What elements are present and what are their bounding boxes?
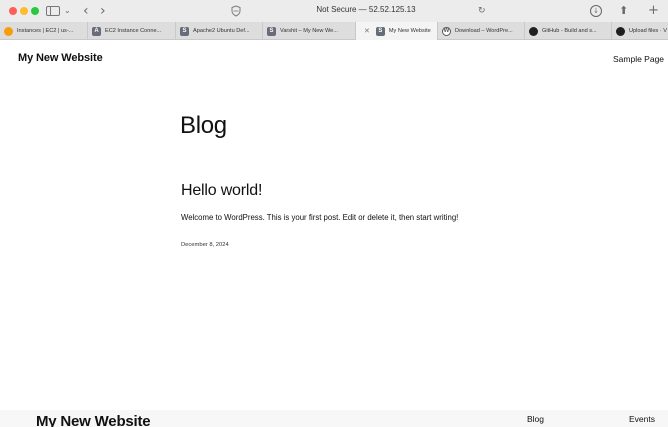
site-title[interactable]: My New Website [18, 52, 103, 64]
nav-sample-page[interactable]: Sample Page [613, 54, 664, 64]
post-date[interactable]: December 8, 2024 [181, 242, 229, 248]
tab-label: EC2 Instance Conne... [105, 28, 162, 34]
download-icon[interactable]: ↓ [590, 5, 602, 17]
footer-link-blog[interactable]: Blog [527, 414, 544, 424]
footer-site-title[interactable]: My New Website [36, 413, 151, 427]
zoom-window-button[interactable] [31, 7, 39, 15]
page-title: Blog [180, 112, 227, 139]
site-footer: My New Website Blog Events [0, 410, 668, 427]
server-icon: S [375, 26, 385, 36]
post-title[interactable]: Hello world! [181, 182, 262, 200]
tab-label: Upload files · V [629, 28, 667, 34]
tab-varshit[interactable]: S Varshit – My New We... [263, 22, 356, 40]
tab-download-wordpress[interactable]: W Download – WordPre... [438, 22, 525, 40]
footer-link-events[interactable]: Events [629, 414, 655, 424]
chevron-down-icon[interactable]: ⌄ [64, 4, 71, 18]
close-icon[interactable]: ✕ [364, 27, 370, 35]
tab-apache2[interactable]: S Apache2 Ubuntu Def... [176, 22, 263, 40]
server-icon: S [180, 26, 189, 36]
aws-icon [4, 26, 13, 36]
reload-icon[interactable]: ↻ [478, 4, 486, 18]
tab-label: My New Website [388, 28, 431, 34]
wordpress-icon: W [442, 26, 451, 36]
tab-bar: Instances | EC2 | us-... A EC2 Instance … [0, 22, 668, 40]
tab-github[interactable]: GitHub - Build and s... [525, 22, 612, 40]
post-excerpt: Welcome to WordPress. This is your first… [181, 213, 459, 222]
forward-arrow-icon[interactable]: › [100, 4, 106, 18]
shield-icon[interactable] [230, 5, 242, 17]
github-icon [529, 26, 538, 36]
tab-label: Varshit – My New We... [280, 28, 338, 34]
github-icon [616, 26, 625, 36]
browser-toolbar: ⌄ ‹ › Not Secure — 52.52.125.13 ↻ ↓ ⬆ + [0, 0, 668, 22]
tab-ec2-connect[interactable]: A EC2 Instance Conne... [88, 22, 176, 40]
server-icon: S [267, 26, 276, 36]
tab-instances[interactable]: Instances | EC2 | us-... [0, 22, 88, 40]
tab-label: Download – WordPre... [455, 28, 513, 34]
tab-my-new-website[interactable]: ✕ S My New Website [356, 22, 438, 40]
close-window-button[interactable] [9, 7, 17, 15]
tab-upload-files[interactable]: Upload files · V [612, 22, 668, 40]
aws-icon: A [92, 26, 101, 36]
sidebar-icon[interactable] [46, 6, 60, 16]
address-bar[interactable]: Not Secure — 52.52.125.13 [248, 3, 484, 19]
share-icon[interactable]: ⬆ [619, 4, 628, 18]
new-tab-icon[interactable]: + [648, 4, 659, 18]
back-arrow-icon[interactable]: ‹ [83, 4, 89, 18]
tab-label: Instances | EC2 | us-... [17, 28, 74, 34]
tab-label: Apache2 Ubuntu Def... [193, 28, 250, 34]
tab-label: GitHub - Build and s... [542, 28, 597, 34]
address-text: Not Secure — 52.52.125.13 [316, 5, 416, 14]
minimize-window-button[interactable] [20, 7, 28, 15]
